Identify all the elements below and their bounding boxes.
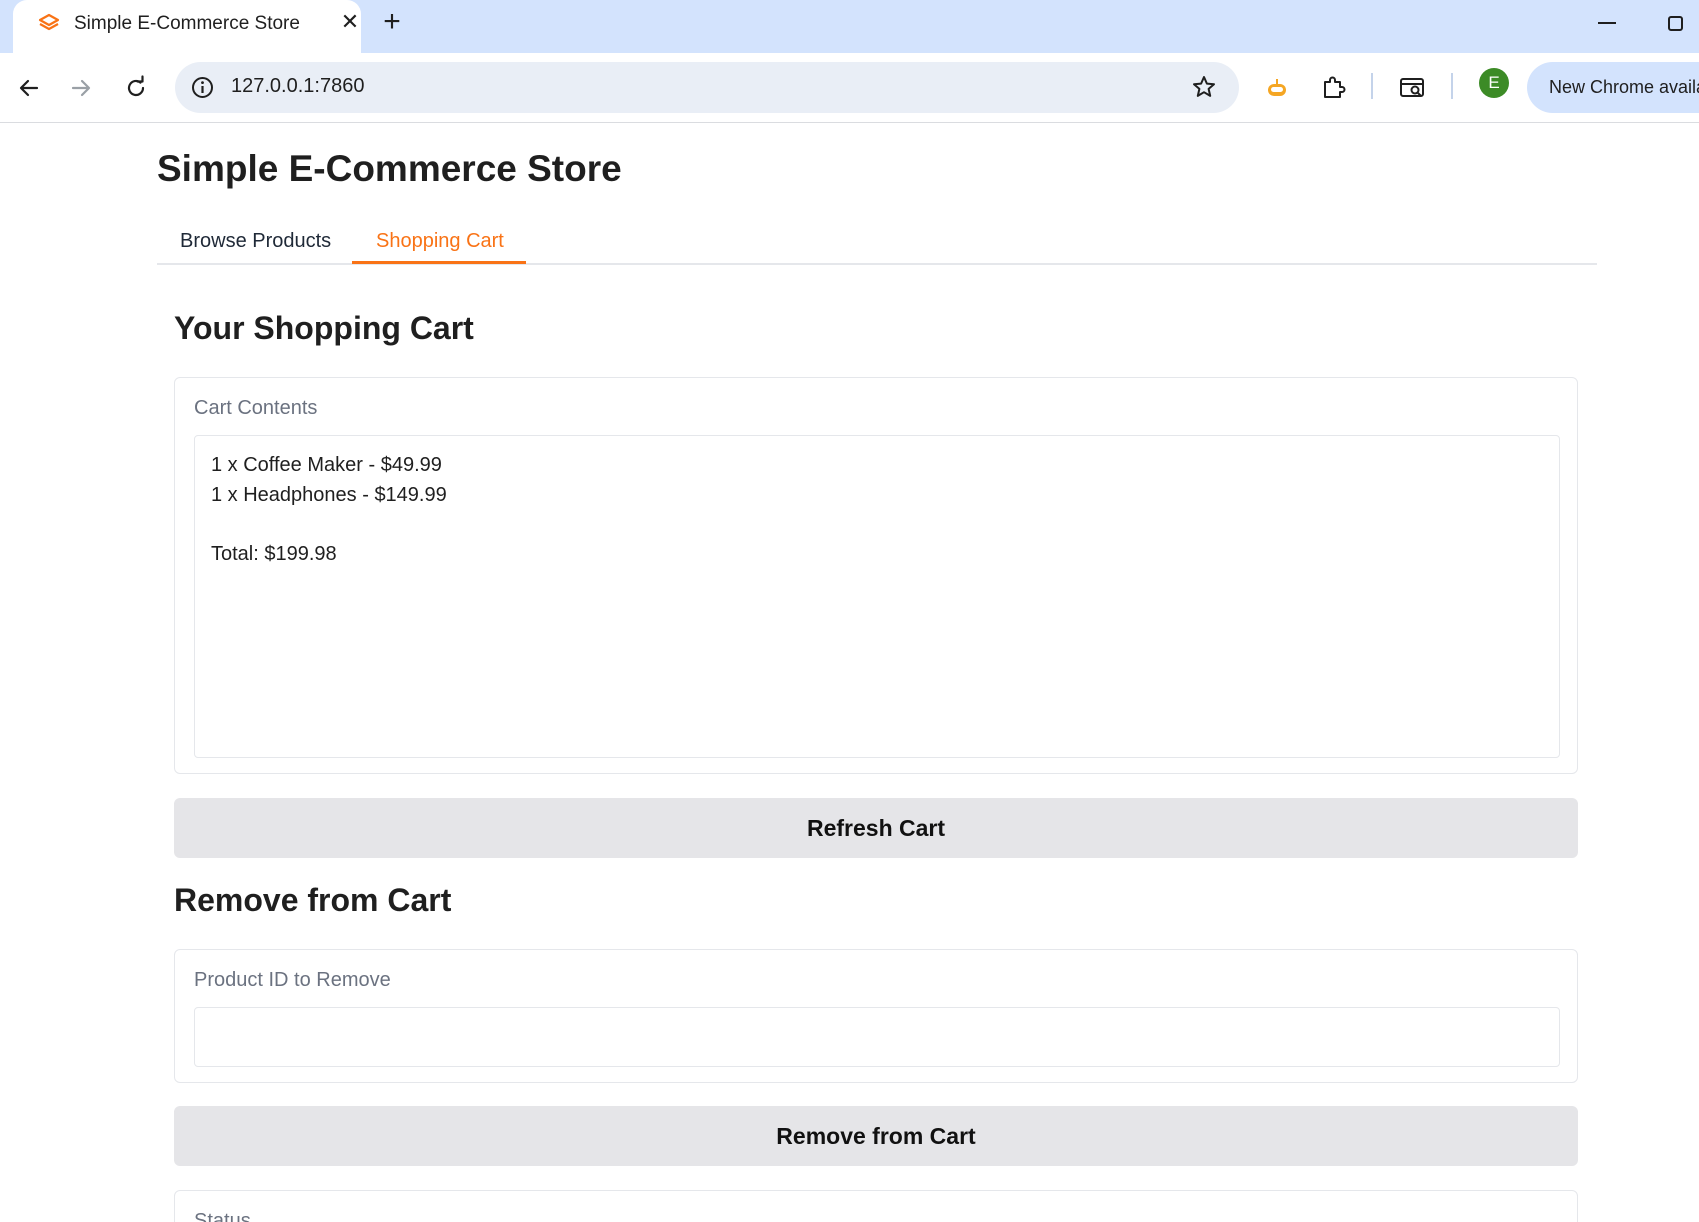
tab-browse-products[interactable]: Browse Products	[180, 230, 331, 253]
page-title: Simple E-Commerce Store	[157, 148, 622, 189]
toolbar-divider	[1451, 73, 1453, 99]
remove-heading: Remove from Cart	[174, 882, 452, 918]
status-label: Status	[194, 1210, 251, 1222]
product-id-panel: Product ID to Remove	[174, 949, 1578, 1083]
close-tab-icon[interactable]: ✕	[338, 10, 362, 34]
reload-icon[interactable]	[122, 74, 150, 102]
active-tab-indicator	[352, 261, 526, 264]
tab-shopping-cart[interactable]: Shopping Cart	[376, 230, 504, 253]
browser-tab-active[interactable]: Simple E-Commerce Store ✕	[13, 0, 361, 53]
cart-heading: Your Shopping Cart	[174, 310, 474, 346]
cart-blank-line	[211, 510, 1543, 540]
refresh-cart-button[interactable]: Refresh Cart	[174, 798, 1578, 858]
gradio-favicon-icon	[38, 13, 60, 31]
maximize-window-icon[interactable]	[1668, 16, 1683, 31]
browser-tabstrip: Simple E-Commerce Store ✕ +	[0, 0, 1699, 53]
cart-item: 1 x Headphones - $149.99	[211, 483, 447, 506]
profile-avatar[interactable]: E	[1479, 68, 1509, 98]
toolbar-divider	[1371, 73, 1373, 99]
product-id-label: Product ID to Remove	[194, 969, 391, 991]
address-url[interactable]: 127.0.0.1:7860	[231, 75, 364, 98]
bookmark-star-icon[interactable]	[1190, 73, 1218, 101]
app-tab-bar: Browse Products Shopping Cart	[157, 222, 1597, 265]
site-info-icon[interactable]	[189, 74, 216, 101]
browser-toolbar: 127.0.0.1:7860 E New Chrome availa	[0, 53, 1699, 123]
extensions-puzzle-icon[interactable]	[1319, 73, 1347, 101]
extension-robot-icon[interactable]	[1263, 74, 1291, 102]
minimize-window-icon[interactable]	[1598, 22, 1616, 24]
status-panel: Status	[174, 1190, 1578, 1222]
cart-contents-panel: Cart Contents 1 x Coffee Maker - $49.99 …	[174, 377, 1578, 774]
search-tab-icon[interactable]	[1398, 74, 1426, 102]
chrome-update-button[interactable]: New Chrome availa	[1527, 62, 1699, 113]
new-tab-icon[interactable]: +	[378, 7, 406, 37]
cart-item: 1 x Coffee Maker - $49.99	[211, 454, 442, 476]
back-arrow-icon[interactable]	[15, 74, 43, 102]
cart-total: Total: $199.98	[211, 542, 337, 565]
product-id-input[interactable]	[194, 1007, 1560, 1067]
browser-tab-title: Simple E-Commerce Store	[74, 13, 300, 34]
address-bar[interactable]: 127.0.0.1:7860	[175, 62, 1239, 113]
cart-contents-label: Cart Contents	[194, 397, 318, 419]
cart-contents-textbox[interactable]: 1 x Coffee Maker - $49.99 1 x Headphones…	[194, 435, 1560, 758]
remove-from-cart-button[interactable]: Remove from Cart	[174, 1106, 1578, 1166]
forward-arrow-icon[interactable]	[67, 74, 95, 102]
